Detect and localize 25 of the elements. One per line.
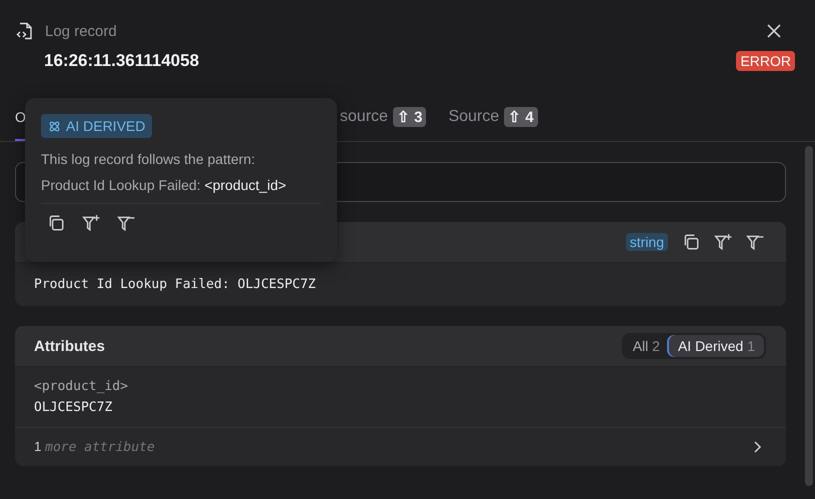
filter-toggle[interactable]: All 2 <box>624 335 669 357</box>
filter-plus-icon[interactable] <box>714 233 732 251</box>
panel-title: Log record <box>45 22 118 40</box>
attributes-title: Attributes <box>34 338 106 354</box>
filter-plus-icon[interactable] <box>82 214 100 232</box>
severity-badge: ERROR <box>736 51 795 71</box>
type-badge: string <box>626 233 668 251</box>
filter-minus-icon[interactable] <box>746 233 764 251</box>
pattern-intro: This log record follows the pattern: <box>41 151 255 167</box>
attribute-key: <product_id> <box>34 379 767 394</box>
filter-toggle[interactable]: AI Derived 1 <box>668 335 764 357</box>
ai-derived-badge: AI DERIVED <box>41 114 152 138</box>
copy-icon[interactable] <box>682 233 700 251</box>
log-body: Product Id Lookup Failed: OLJCESPC7Z <box>34 277 316 292</box>
timestamp: 16:26:11.361114058 <box>44 51 200 71</box>
code-file-icon <box>16 22 34 40</box>
attribute-value: OLJCESPC7Z <box>34 400 114 415</box>
more-attributes-row[interactable]: 1 more attribute <box>15 428 786 466</box>
filter-minus-icon[interactable] <box>117 214 135 232</box>
chevron-right-icon <box>752 441 762 453</box>
pattern-text: Product Id Lookup Failed: <product_id> <box>41 177 286 193</box>
tab[interactable]: source ⇧ 3 <box>340 101 426 141</box>
copy-icon[interactable] <box>47 214 65 232</box>
tab[interactable]: Source ⇧ 4 <box>448 101 538 141</box>
scrollbar[interactable] <box>805 146 813 486</box>
